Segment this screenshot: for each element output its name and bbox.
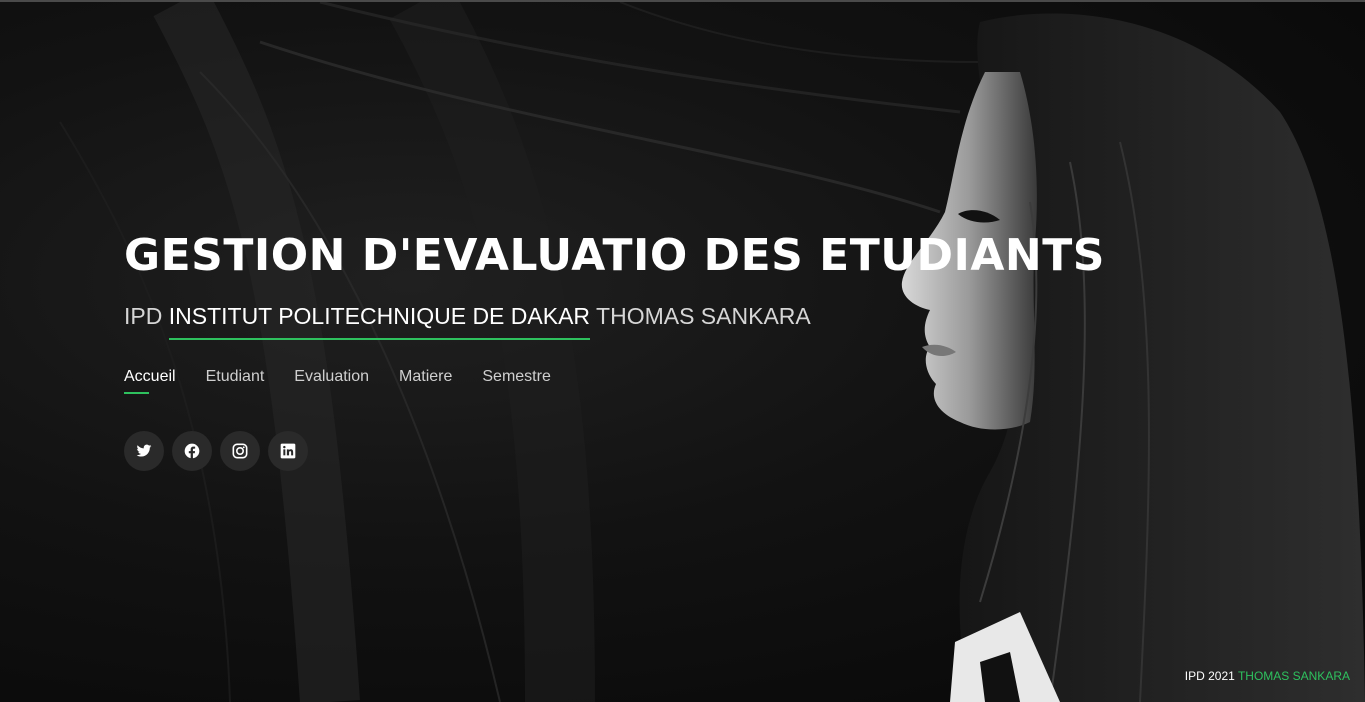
twitter-button[interactable] (124, 431, 164, 471)
nav-item-etudiant[interactable]: Etudiant (206, 368, 265, 394)
instagram-button[interactable] (220, 431, 260, 471)
facebook-icon (184, 443, 200, 459)
footer-name: THOMAS SANKARA (1237, 669, 1350, 683)
subtitle-suffix: THOMAS SANKARA (596, 303, 811, 329)
subtitle-highlight: INSTITUT POLITECHNIQUE DE DAKAR (168, 303, 591, 340)
nav-item-accueil[interactable]: Accueil (124, 368, 176, 394)
hero-subtitle: IPD INSTITUT POLITECHNIQUE DE DAKAR THOM… (124, 303, 811, 340)
nav-item-matiere[interactable]: Matiere (399, 368, 452, 394)
footer-credit: IPD 2021 THOMAS SANKARA (1185, 669, 1350, 683)
nav-item-evaluation[interactable]: Evaluation (294, 368, 369, 394)
twitter-icon (136, 444, 152, 457)
page-title: GESTION D'EVALUATIO DES ETUDIANTS (124, 230, 1105, 281)
facebook-button[interactable] (172, 431, 212, 471)
nav-item-semestre[interactable]: Semestre (482, 368, 550, 394)
subtitle-prefix: IPD (124, 303, 163, 329)
linkedin-button[interactable] (268, 431, 308, 471)
portrait-image (860, 2, 1365, 702)
linkedin-icon (280, 443, 296, 459)
main-nav: Accueil Etudiant Evaluation Matiere Seme… (124, 368, 551, 394)
instagram-icon (232, 443, 248, 459)
social-links (124, 431, 308, 471)
footer-prefix: IPD 2021 (1184, 669, 1235, 683)
